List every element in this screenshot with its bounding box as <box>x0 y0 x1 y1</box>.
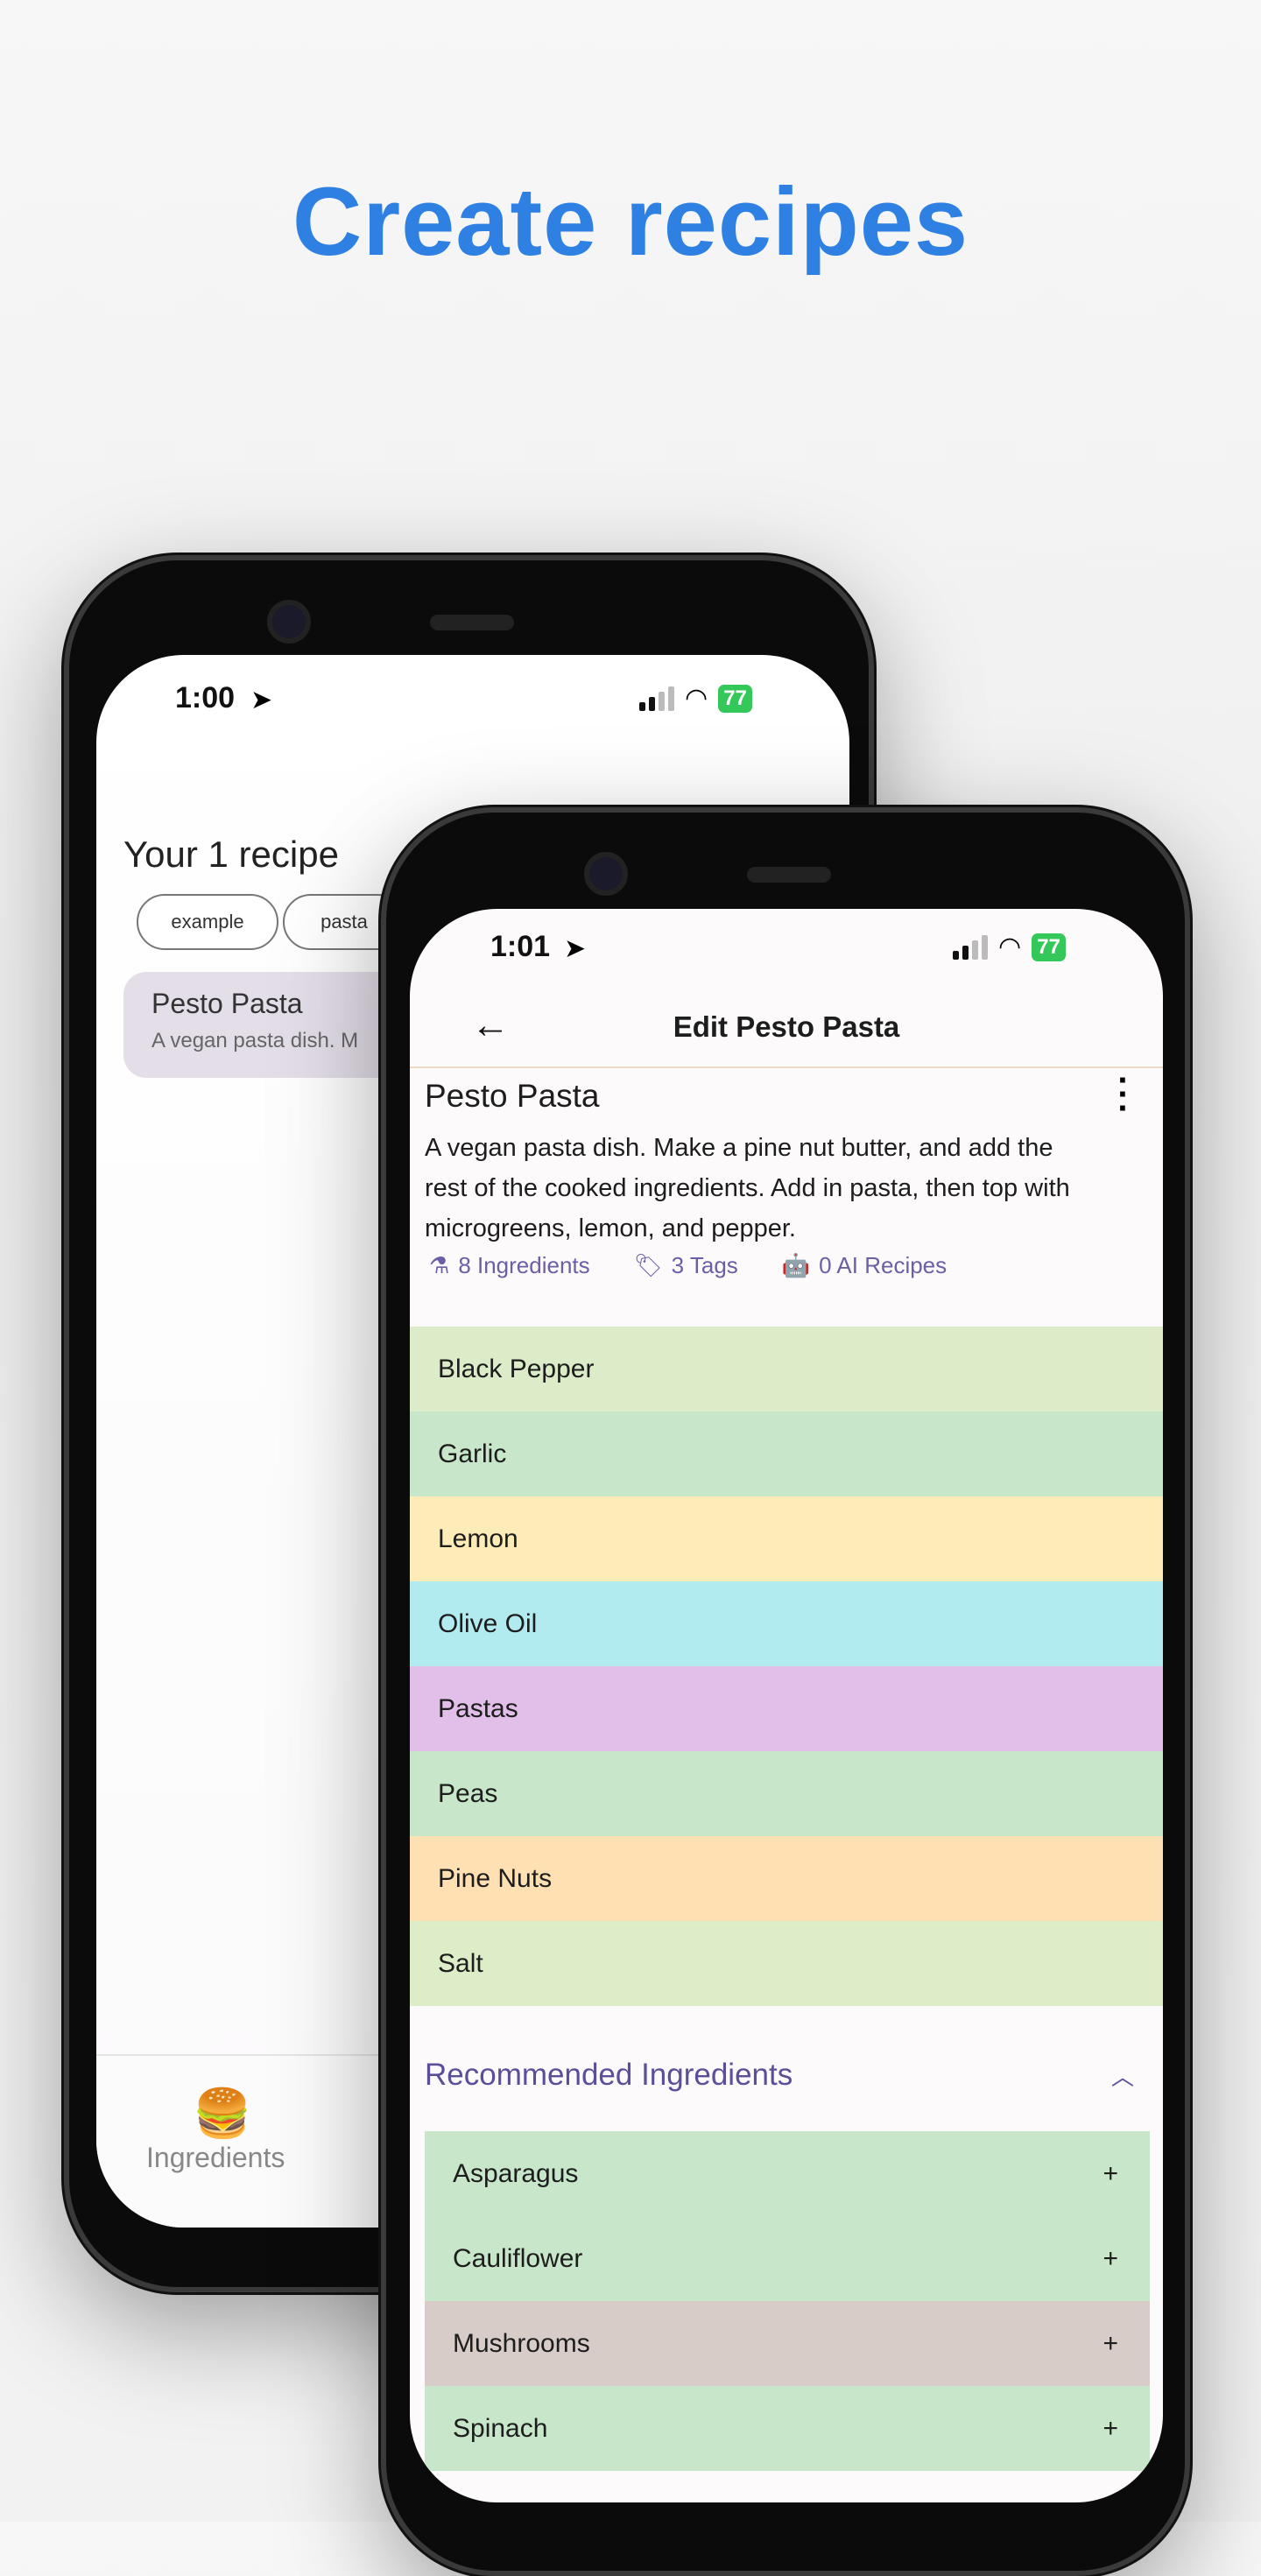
recommended-name: Asparagus <box>453 2158 579 2188</box>
battery-icon: 77 <box>1032 933 1066 961</box>
chip-example[interactable]: example <box>137 894 278 950</box>
ai-recipes-count[interactable]: 🤖 0 AI Recipes <box>782 1252 947 1279</box>
ingredient-row[interactable]: Garlic <box>410 1411 1163 1496</box>
ingredient-row[interactable]: Lemon <box>410 1496 1163 1581</box>
chevron-up-icon[interactable]: ︿ <box>1111 2059 1134 2092</box>
speaker <box>430 615 514 630</box>
signal-icon <box>953 934 988 960</box>
recommended-name: Mushrooms <box>453 2328 590 2358</box>
recommended-header[interactable]: Recommended Ingredients ︿ <box>425 2058 1134 2093</box>
camera <box>584 852 628 896</box>
ingredient-name: Lemon <box>438 1524 518 1553</box>
page-title: Your 1 recipe <box>123 834 339 875</box>
battery-icon: 77 <box>718 684 752 713</box>
nav-title: Edit Pesto Pasta <box>673 1010 900 1043</box>
add-icon[interactable]: + <box>1102 2414 1118 2444</box>
front-screen: 1:01 ➤ ◠ 77 ← Edit Pesto Pasta Pesto Pas… <box>410 909 1163 2502</box>
recipe-title: Pesto Pasta <box>425 1078 600 1114</box>
ingredient-name: Black Pepper <box>438 1354 595 1383</box>
recommended-title: Recommended Ingredients <box>425 2058 793 2092</box>
nav-divider <box>410 1066 1163 1068</box>
ingredients-count[interactable]: ⚗ 8 Ingredients <box>429 1252 590 1279</box>
mortar-icon: ⚗ <box>429 1252 450 1278</box>
add-icon[interactable]: + <box>1102 2329 1118 2359</box>
recommended-row[interactable]: Asparagus + <box>425 2131 1150 2216</box>
add-icon[interactable]: + <box>1102 2159 1118 2189</box>
ingredient-row[interactable]: Pastas <box>410 1666 1163 1751</box>
ingredient-row[interactable]: Black Pepper <box>410 1327 1163 1411</box>
more-options-icon[interactable]: · · · <box>1115 1063 1132 1126</box>
speaker <box>747 867 831 883</box>
headline: Create recipes <box>292 168 969 276</box>
robot-icon: 🤖 <box>781 1252 811 1278</box>
ingredient-name: Olive Oil <box>438 1608 538 1638</box>
recommended-name: Spinach <box>453 2413 548 2443</box>
ingredient-name: Pine Nuts <box>438 1863 553 1893</box>
status-time: 1:00 <box>175 681 236 714</box>
ingredient-row[interactable]: Peas <box>410 1751 1163 1836</box>
camera <box>267 600 311 644</box>
ingredient-row[interactable]: Pine Nuts <box>410 1836 1163 1921</box>
recipe-description: A vegan pasta dish. Make a pine nut butt… <box>425 1134 1070 1242</box>
front-phone: 1:01 ➤ ◠ 77 ← Edit Pesto Pasta Pesto Pas… <box>381 807 1190 2576</box>
recommended-row[interactable]: Mushrooms + <box>425 2301 1150 2386</box>
tags-count[interactable]: 🏷 3 Tags <box>634 1252 738 1279</box>
add-icon[interactable]: + <box>1102 2244 1118 2274</box>
wifi-icon: ◠ <box>998 933 1022 961</box>
location-icon: ➤ <box>250 686 273 714</box>
wifi-icon: ◠ <box>685 684 708 713</box>
ingredient-name: Garlic <box>438 1439 507 1468</box>
signal-icon <box>639 686 674 711</box>
recommended-name: Cauliflower <box>453 2243 583 2273</box>
nav-ingredients-label[interactable]: Ingredients <box>146 2142 285 2174</box>
ingredients-icon[interactable]: 🍔 <box>193 2087 251 2142</box>
ingredient-row[interactable]: Olive Oil <box>410 1581 1163 1666</box>
recommended-row[interactable]: Cauliflower + <box>425 2216 1150 2301</box>
recommended-row[interactable]: Spinach + <box>425 2386 1150 2471</box>
ingredient-row[interactable]: Salt <box>410 1921 1163 2006</box>
ingredient-name: Pastas <box>438 1693 518 1723</box>
location-icon: ➤ <box>564 934 587 963</box>
tag-icon: 🏷 <box>633 1252 663 1278</box>
ingredient-name: Salt <box>438 1948 483 1978</box>
status-time: 1:01 <box>490 930 551 963</box>
ingredient-name: Peas <box>438 1778 498 1808</box>
